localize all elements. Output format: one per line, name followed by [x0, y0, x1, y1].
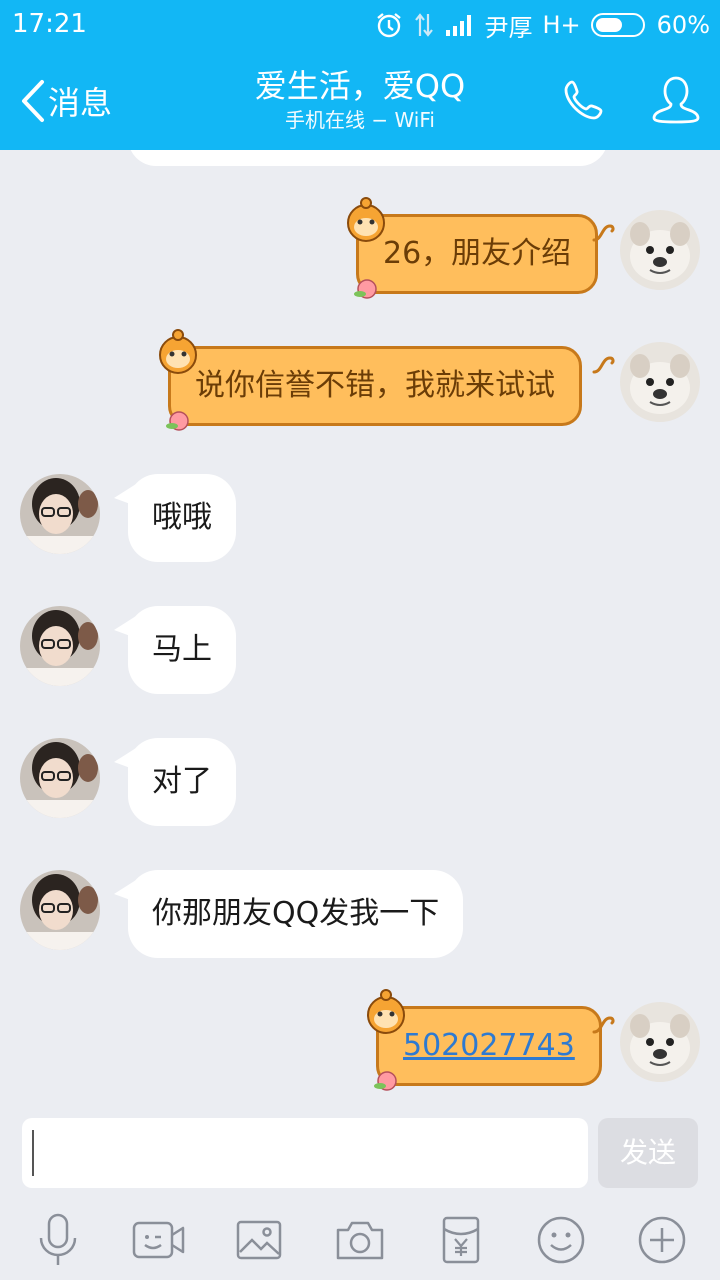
- message-input[interactable]: [22, 1118, 588, 1188]
- contact-avatar[interactable]: [20, 606, 100, 686]
- status-bar: 17:21 尹厚 H+ 60%: [0, 0, 720, 50]
- message-text: 哦哦: [152, 500, 212, 535]
- chat-toolbar: [0, 1200, 720, 1280]
- network-type: H+: [542, 11, 581, 39]
- contact-avatar[interactable]: [20, 738, 100, 818]
- tail-decoration-icon: [592, 356, 615, 374]
- more-button[interactable]: [632, 1210, 692, 1270]
- peach-decoration-icon: [354, 279, 377, 299]
- carrier-name: 尹厚: [484, 13, 533, 42]
- composer-bar: 发送: [0, 1100, 720, 1200]
- message-text: 马上: [152, 632, 212, 667]
- message-bubble[interactable]: 哦哦: [114, 474, 236, 562]
- online-status: 手机在线 − WiFi: [285, 108, 435, 132]
- my-avatar[interactable]: [620, 1002, 700, 1082]
- red-packet-icon: [442, 1216, 479, 1264]
- status-icons: 尹厚 H+ 60%: [375, 8, 710, 42]
- message-text: 26，朋友介绍: [383, 236, 572, 271]
- battery-icon: [590, 13, 645, 37]
- red-packet-button[interactable]: [431, 1210, 491, 1270]
- message-bubble[interactable]: 你那朋友QQ发我一下: [113, 870, 464, 958]
- monkey-decoration-icon: [159, 329, 197, 374]
- message-text: 对了: [152, 764, 212, 799]
- emoji-icon: [537, 1216, 585, 1264]
- text-caret: [32, 1130, 34, 1176]
- alarm-icon: [375, 11, 403, 39]
- chat-title-block[interactable]: 爱生活，爱QQ 手机在线 − WiFi: [160, 66, 560, 134]
- peach-decoration-icon: [166, 411, 189, 431]
- message-bubble[interactable]: 26，朋友介绍: [356, 214, 599, 294]
- message-bubble-partial: [128, 150, 608, 166]
- my-avatar[interactable]: [620, 342, 700, 422]
- emoji-button[interactable]: [531, 1210, 591, 1270]
- image-icon: [237, 1220, 282, 1260]
- chevron-left-icon: [22, 80, 44, 122]
- contact-avatar[interactable]: [20, 474, 100, 554]
- chat-message-list[interactable]: 26，朋友介绍 说你信誉不错，我就来试试 哦哦 马上 对了 你那朋友QQ发我一下: [0, 150, 720, 1100]
- peach-decoration-icon: [374, 1071, 397, 1091]
- message-text: 说你信誉不错，我就来试试: [195, 368, 555, 403]
- tail-decoration-icon: [592, 224, 615, 242]
- camera-button[interactable]: [330, 1210, 390, 1270]
- phone-icon: [564, 80, 603, 120]
- tail-decoration-icon: [592, 1016, 615, 1034]
- image-button[interactable]: [229, 1210, 289, 1270]
- profile-button[interactable]: [650, 74, 702, 126]
- monkey-decoration-icon: [367, 989, 405, 1034]
- signal-icon: [445, 13, 475, 37]
- call-button[interactable]: [558, 74, 610, 126]
- message-bubble[interactable]: 对了: [114, 738, 236, 826]
- my-avatar[interactable]: [620, 210, 700, 290]
- camera-icon: [336, 1221, 384, 1260]
- status-time: 17:21: [12, 9, 87, 39]
- message-bubble[interactable]: 说你信誉不错，我就来试试: [168, 346, 582, 426]
- person-icon: [652, 76, 700, 124]
- qq-number-link[interactable]: 502027743: [403, 1028, 575, 1063]
- voice-button[interactable]: [28, 1210, 88, 1270]
- chat-header: 消息 爱生活，爱QQ 手机在线 − WiFi: [0, 50, 720, 150]
- data-transfer-icon: [413, 12, 435, 38]
- microphone-icon: [40, 1213, 77, 1265]
- message-text: 你那朋友QQ发我一下: [152, 896, 440, 931]
- video-call-icon: [132, 1221, 185, 1259]
- monkey-decoration-icon: [347, 197, 385, 242]
- send-button[interactable]: 发送: [598, 1118, 698, 1188]
- battery-percent: 60%: [656, 11, 710, 39]
- battery-level: [595, 18, 622, 32]
- video-call-button[interactable]: [129, 1210, 189, 1270]
- contact-avatar[interactable]: [20, 870, 100, 950]
- chat-title: 爱生活，爱QQ: [254, 67, 466, 105]
- back-button[interactable]: 消息: [20, 78, 112, 124]
- message-bubble[interactable]: 马上: [114, 606, 236, 694]
- plus-icon: [638, 1216, 685, 1264]
- back-label: 消息: [48, 84, 113, 122]
